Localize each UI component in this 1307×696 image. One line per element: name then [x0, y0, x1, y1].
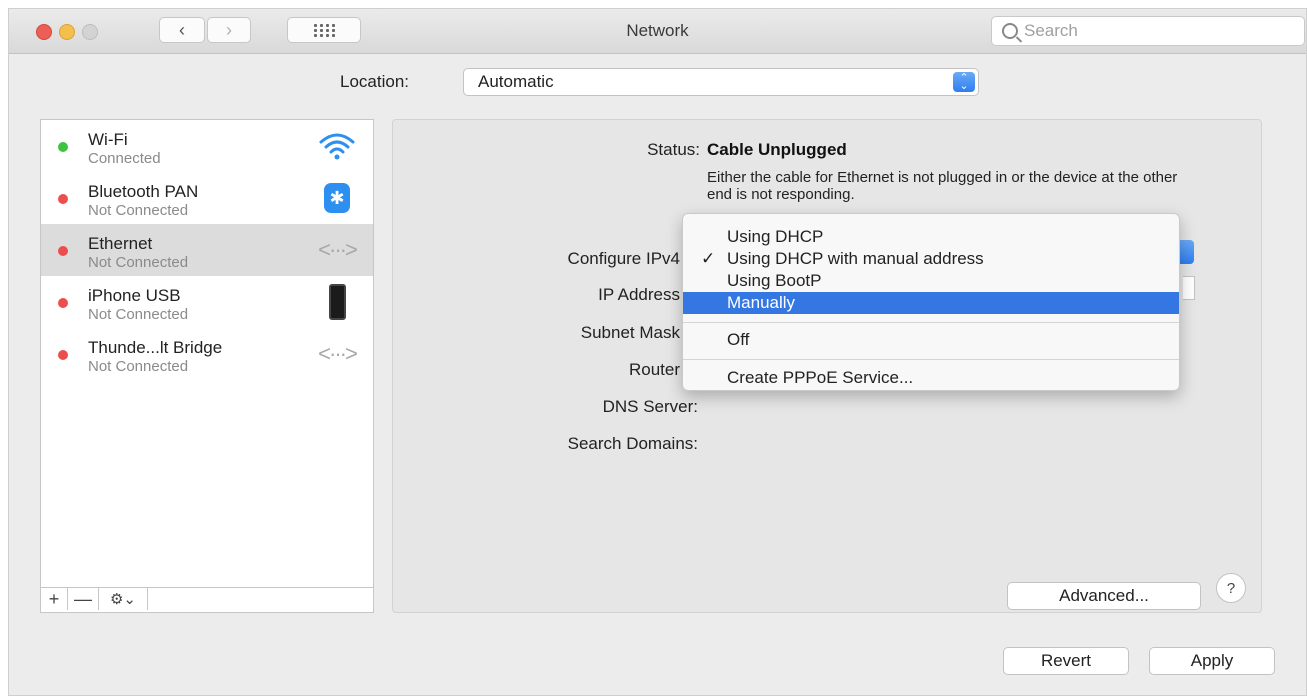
gear-menu-button[interactable]: ⚙⌄ [99, 588, 148, 610]
service-status: Not Connected [88, 358, 189, 375]
title-bar: ‹ › Network Search [9, 9, 1306, 54]
ip-address-field[interactable] [1183, 276, 1195, 300]
search-icon [1002, 23, 1018, 39]
service-name: Ethernet [88, 234, 153, 253]
status-dot [58, 350, 68, 360]
service-item-iphone-usb[interactable]: iPhone USB Not Connected [41, 276, 373, 328]
menu-item-create-pppoe[interactable]: Create PPPoE Service... [683, 367, 1179, 389]
ip-address-label: IP Address [598, 285, 680, 304]
dns-server-label: DNS Server: [602, 397, 698, 416]
service-list: Wi-Fi Connected Bluetooth PAN Not Connec… [40, 119, 374, 613]
wifi-icon [317, 128, 357, 164]
service-name: Bluetooth PAN [88, 182, 199, 201]
status-dot [58, 142, 68, 152]
service-name: Wi-Fi [88, 130, 128, 149]
select-stepper-icon: ⌃ ⌄ [953, 72, 975, 92]
thunderbolt-bridge-icon: <···> [318, 341, 358, 366]
service-name: Thunde...lt Bridge [88, 338, 223, 357]
location-label: Location: [340, 72, 409, 91]
remove-service-button[interactable]: — [68, 588, 99, 610]
menu-separator [683, 359, 1179, 360]
search-field[interactable]: Search [991, 16, 1305, 46]
search-placeholder: Search [1024, 21, 1078, 40]
service-item-bluetooth-pan[interactable]: Bluetooth PAN Not Connected ✱ [41, 172, 373, 224]
router-label: Router [628, 360, 680, 379]
bluetooth-icon: ✱ [317, 180, 357, 216]
service-list-toolbar: + — ⚙⌄ [41, 587, 373, 612]
status-dot [58, 298, 68, 308]
service-status: Not Connected [88, 306, 189, 323]
ethernet-icon: <···> [318, 237, 358, 262]
add-service-button[interactable]: + [41, 588, 68, 610]
search-domains-label: Search Domains: [567, 434, 698, 453]
location-value: Automatic [478, 72, 554, 91]
status-dot [58, 194, 68, 204]
service-item-thunderbolt-bridge[interactable]: Thunde...lt Bridge Not Connected <···> [41, 328, 373, 380]
menu-item-dhcp-manual-address[interactable]: ✓ Using DHCP with manual address [683, 248, 1179, 270]
service-name: iPhone USB [88, 286, 181, 305]
help-button[interactable]: ? [1216, 573, 1246, 603]
menu-separator [683, 322, 1179, 323]
configure-ipv4-label: Configure IPv4 [567, 249, 680, 268]
service-item-ethernet[interactable]: Ethernet Not Connected <···> [41, 224, 373, 276]
gear-icon: ⚙⌄ [109, 591, 136, 608]
status-label: Status: [647, 140, 700, 159]
location-select[interactable]: Automatic ⌃ ⌄ [463, 68, 979, 96]
status-dot [58, 246, 68, 256]
advanced-button[interactable]: Advanced... [1007, 582, 1201, 610]
configure-ipv4-menu: Using DHCP ✓ Using DHCP with manual addr… [682, 213, 1180, 391]
menu-item-using-bootp[interactable]: Using BootP [683, 270, 1179, 292]
menu-item-using-dhcp[interactable]: Using DHCP [683, 226, 1179, 248]
apply-button[interactable]: Apply [1149, 647, 1275, 675]
menu-item-manually[interactable]: Manually [683, 292, 1179, 314]
service-status: Not Connected [88, 202, 189, 219]
service-status: Not Connected [88, 254, 189, 271]
iphone-icon [317, 284, 357, 320]
service-item-wifi[interactable]: Wi-Fi Connected [41, 120, 373, 172]
subnet-mask-label: Subnet Mask [580, 323, 680, 342]
status-description: Either the cable for Ethernet is not plu… [707, 169, 1178, 203]
revert-button[interactable]: Revert [1003, 647, 1129, 675]
status-value: Cable Unplugged [707, 140, 847, 159]
service-status: Connected [88, 150, 161, 167]
menu-item-off[interactable]: Off [683, 329, 1179, 351]
checkmark-icon: ✓ [701, 249, 716, 268]
